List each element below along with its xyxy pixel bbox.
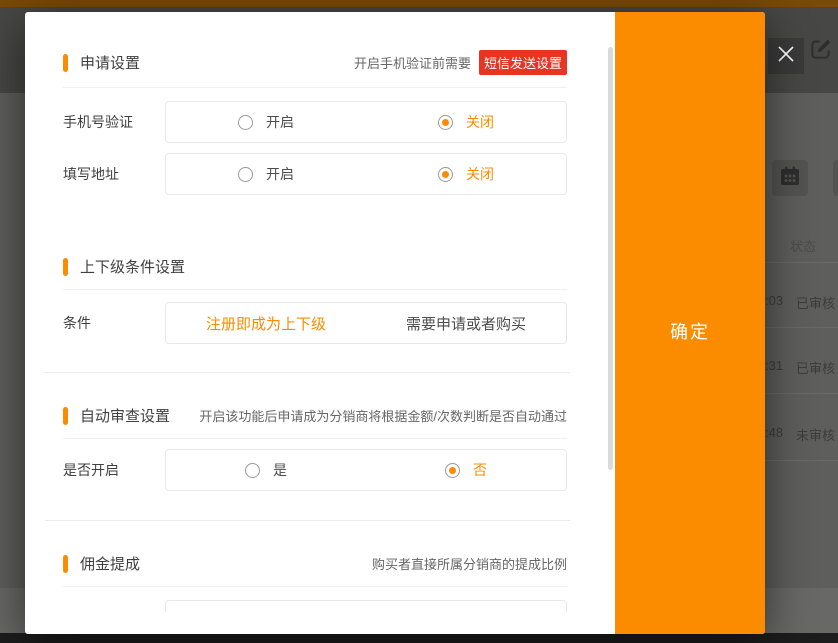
- divider: [63, 438, 567, 439]
- row-label: 结算方式 ?: [63, 611, 165, 612]
- divider: [63, 289, 567, 290]
- table-row: :31 已审核: [765, 358, 838, 377]
- edit-icon: [808, 36, 834, 67]
- background-topbar: [0, 0, 838, 7]
- section-title: 佣金提成: [80, 553, 140, 574]
- calendar-button[interactable]: [772, 160, 808, 196]
- option-phone-verify-off[interactable]: 关闭: [366, 112, 566, 132]
- section-marker: [63, 258, 68, 276]
- options-box: 开启 关闭: [165, 153, 567, 195]
- radio-on-icon[interactable]: [438, 115, 453, 130]
- option-label: 开启: [266, 112, 294, 132]
- row-label: 条件: [63, 313, 165, 333]
- confirm-band: 确定: [615, 12, 765, 634]
- row-address: 填写地址 开启 关闭: [63, 153, 567, 195]
- table-status-header: 状态: [790, 236, 816, 255]
- calendar-icon: [778, 164, 802, 193]
- note-text: 开启手机验证前需要: [354, 53, 471, 72]
- row-time: :03: [765, 293, 785, 312]
- label-text: 结算方式: [63, 611, 119, 612]
- section-marker: [63, 54, 68, 72]
- section-title: 上下级条件设置: [80, 256, 185, 277]
- divider: [63, 87, 567, 88]
- settings-modal: 申请设置 开启手机验证前需要 短信发送设置 手机号验证 开启 关闭 填写地址: [25, 12, 765, 634]
- row-condition: 条件 注册即成为上下级 需要申请或者购买: [63, 302, 567, 344]
- option-label: 关闭: [466, 164, 494, 184]
- row-label: 填写地址: [63, 164, 165, 184]
- row-phone-verify: 手机号验证 开启 关闭: [63, 101, 567, 143]
- divider: [63, 586, 567, 587]
- section-title: 自动审查设置: [80, 405, 170, 426]
- section-note: 开启手机验证前需要 短信发送设置: [354, 50, 567, 75]
- row-time: :48: [765, 425, 785, 444]
- radio-off-icon[interactable]: [238, 115, 253, 130]
- section-commission: 佣金提成 购买者直接所属分销商的提成比例: [63, 553, 567, 574]
- radio-off-icon[interactable]: [238, 167, 253, 182]
- edit-button[interactable]: [807, 37, 835, 65]
- option-settle-on-order[interactable]: 订单完算: [366, 611, 566, 612]
- options-box: 是 否: [165, 449, 567, 491]
- modal-scrollbar[interactable]: [608, 47, 613, 470]
- section-note: 购买者直接所属分销商的提成比例: [372, 554, 567, 573]
- modal-content: 申请设置 开启手机验证前需要 短信发送设置 手机号验证 开启 关闭 填写地址: [25, 12, 615, 612]
- note-text: 购买者直接所属分销商的提成比例: [372, 554, 567, 573]
- option-apply-or-buy[interactable]: 需要申请或者购买: [366, 313, 566, 334]
- radio-on-icon[interactable]: [438, 167, 453, 182]
- options-box: 付款完算 订单完算: [165, 600, 567, 612]
- option-label: 付款完算: [252, 611, 308, 612]
- row-status: 已审核: [796, 358, 835, 377]
- option-label: 关闭: [466, 112, 494, 132]
- radio-off-icon[interactable]: [245, 463, 260, 478]
- section-note: 开启该功能后申请成为分销商将根据金额/次数判断是否自动通过: [199, 406, 567, 425]
- section-divider: [45, 372, 570, 373]
- note-text: 开启该功能后申请成为分销商将根据金额/次数判断是否自动通过: [199, 406, 567, 425]
- option-settle-on-payment[interactable]: 付款完算: [166, 611, 366, 612]
- option-label: 订单完算: [452, 611, 508, 612]
- table-divider: [765, 327, 838, 328]
- row-status: 未审核: [796, 425, 835, 444]
- options-box: 注册即成为上下级 需要申请或者购买: [165, 302, 567, 344]
- sms-settings-link[interactable]: 短信发送设置: [479, 50, 567, 75]
- section-hierarchy-condition: 上下级条件设置: [63, 256, 567, 277]
- section-divider: [45, 520, 570, 521]
- option-auto-no[interactable]: 否: [366, 460, 566, 480]
- row-settlement: 结算方式 ? 付款完算 订单完算: [63, 600, 567, 612]
- option-address-off[interactable]: 关闭: [366, 164, 566, 184]
- option-phone-verify-on[interactable]: 开启: [166, 112, 366, 132]
- table-row: :48 未审核: [765, 425, 838, 444]
- table-row: :03 已审核: [765, 293, 838, 312]
- close-icon: [775, 43, 797, 70]
- option-auto-yes[interactable]: 是: [166, 460, 366, 480]
- radio-on-icon[interactable]: [445, 463, 460, 478]
- option-register-becomes[interactable]: 注册即成为上下级: [166, 313, 366, 334]
- background-button-sliver: [833, 160, 838, 196]
- section-marker: [63, 407, 68, 425]
- option-address-on[interactable]: 开启: [166, 164, 366, 184]
- section-marker: [63, 555, 68, 573]
- section-application-settings: 申请设置 开启手机验证前需要 短信发送设置: [63, 50, 567, 75]
- row-auto-enable: 是否开启 是 否: [63, 449, 567, 491]
- section-auto-review: 自动审查设置 开启该功能后申请成为分销商将根据金额/次数判断是否自动通过: [63, 405, 567, 426]
- confirm-button[interactable]: 确定: [615, 318, 765, 344]
- option-label: 否: [473, 460, 487, 480]
- options-box: 开启 关闭: [165, 101, 567, 143]
- row-label: 手机号验证: [63, 112, 165, 132]
- table-divider: [765, 393, 838, 394]
- option-label: 开启: [266, 164, 294, 184]
- row-status: 已审核: [796, 293, 835, 312]
- option-label: 是: [273, 460, 287, 480]
- modal-close-button[interactable]: [768, 38, 804, 74]
- table-divider: [765, 262, 838, 263]
- section-title: 申请设置: [80, 52, 140, 73]
- row-time: :31: [765, 358, 785, 377]
- row-label: 是否开启: [63, 460, 165, 480]
- background-bottom-band: [0, 633, 838, 643]
- table-divider: [765, 460, 838, 461]
